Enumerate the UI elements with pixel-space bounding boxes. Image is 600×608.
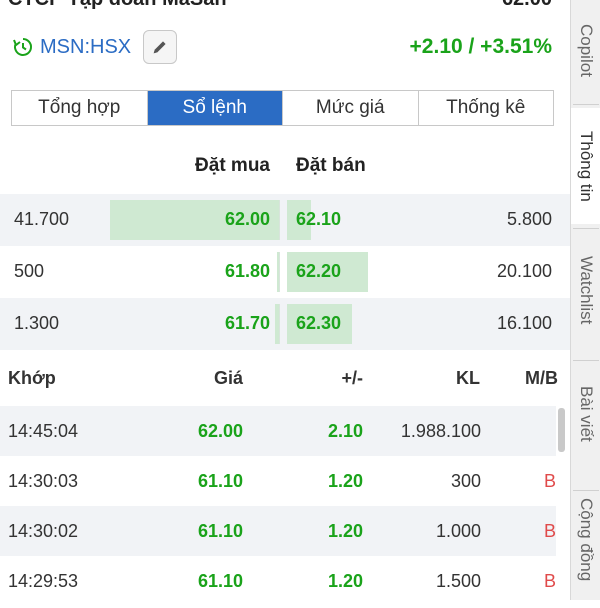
volume-column-header: KL <box>456 368 480 388</box>
side-tab-separator <box>573 490 599 491</box>
stock-title-row: CTCP Tập đoàn MaSan 62.00 <box>8 0 552 14</box>
company-name: CTCP Tập đoàn MaSan <box>8 0 227 14</box>
match-side: B <box>543 471 556 491</box>
side-tab-thong-tin[interactable]: Thông tin <box>571 108 600 224</box>
sell-volume: 5.800 <box>506 209 552 229</box>
match-volume: 1.988.100 <box>400 421 481 441</box>
match-price: 62.00 <box>197 421 243 441</box>
match-side: B <box>543 521 556 541</box>
match-price: 61.10 <box>197 471 243 491</box>
order-book-row: 500 61.80 62.20 20.100 <box>0 246 570 298</box>
symbol-row: MSN:HSX +2.10 / +3.51% <box>12 30 552 64</box>
match-change: 1.20 <box>327 471 363 491</box>
sell-price: 62.20 <box>296 261 342 281</box>
match-history-scrollbar[interactable] <box>558 408 565 452</box>
match-time: 14:30:02 <box>8 521 79 541</box>
last-price: 62.00 <box>502 0 552 14</box>
match-volume: 1.000 <box>435 521 481 541</box>
buy-column-label: Đặt mua <box>195 155 270 176</box>
side-tab-label: Thông tin <box>577 130 596 202</box>
side-column-header: M/B <box>525 368 558 388</box>
side-tab-cong-dong[interactable]: Cộng đồng <box>571 498 600 608</box>
sell-price: 62.30 <box>296 313 342 333</box>
sell-price: 62.10 <box>296 209 342 229</box>
detail-tabs: Tổng hợp Sổ lệnh Mức giá Thống kê <box>11 90 554 126</box>
divider <box>279 304 280 344</box>
match-history-row: 14:45:04 62.00 2.10 1.988.100 <box>0 406 556 456</box>
tab-tong-hop[interactable]: Tổng hợp <box>12 91 148 125</box>
time-column-header: Khớp <box>8 368 56 388</box>
side-tab-copilot[interactable]: Copilot <box>571 0 600 100</box>
match-history-header: Khớp Giá +/- KL M/B <box>0 368 570 396</box>
side-tab-label: Bài viết <box>577 386 596 442</box>
price-change: +2.10 / +3.51% <box>409 35 552 58</box>
tab-thong-ke[interactable]: Thống kê <box>419 91 554 125</box>
divider <box>279 252 280 292</box>
match-change: 1.20 <box>327 571 363 591</box>
match-history-row: 14:30:02 61.10 1.20 1.000 B <box>0 506 556 556</box>
stock-panel: CTCP Tập đoàn MaSan 62.00 MSN:HSX +2.10 … <box>0 0 570 600</box>
side-tab-label: Cộng đồng <box>577 498 596 582</box>
divider <box>279 200 280 240</box>
order-book-row: 1.300 61.70 62.30 16.100 <box>0 298 570 350</box>
order-book-header: Đặt mua Đặt bán <box>0 155 570 183</box>
sell-column-label: Đặt bán <box>296 155 366 176</box>
match-change: 2.10 <box>327 421 363 441</box>
buy-volume: 500 <box>14 261 45 281</box>
match-volume: 300 <box>450 471 481 491</box>
match-time: 14:30:03 <box>8 471 79 491</box>
buy-price: 61.70 <box>224 313 270 333</box>
change-column-header: +/- <box>341 368 363 388</box>
side-tab-separator <box>573 360 599 361</box>
side-tab-bar: Copilot Thông tin Watchlist Bài viết Cộn… <box>570 0 600 600</box>
match-side: B <box>543 571 556 591</box>
stock-symbol[interactable]: MSN:HSX <box>40 36 131 59</box>
side-tab-separator <box>573 228 599 229</box>
side-tab-separator <box>573 104 599 105</box>
buy-volume: 41.700 <box>14 209 70 229</box>
match-history-row: 14:29:53 61.10 1.20 1.500 B <box>0 556 556 600</box>
match-change: 1.20 <box>327 521 363 541</box>
match-volume: 1.500 <box>435 571 481 591</box>
side-tab-bai-viet[interactable]: Bài viết <box>571 364 600 464</box>
order-book-row: 41.700 62.00 62.10 5.800 <box>0 194 570 246</box>
side-tab-label: Watchlist <box>577 255 596 325</box>
sell-volume: 16.100 <box>496 313 552 333</box>
side-tab-label: Copilot <box>577 23 596 77</box>
clock-refresh-icon <box>12 36 34 58</box>
match-price: 61.10 <box>197 571 243 591</box>
match-price: 61.10 <box>197 521 243 541</box>
pencil-icon <box>153 41 166 54</box>
tab-muc-gia[interactable]: Mức giá <box>283 91 419 125</box>
side-tab-watchlist[interactable]: Watchlist <box>571 232 600 348</box>
sell-volume: 20.100 <box>496 261 552 281</box>
buy-price: 62.00 <box>224 209 270 229</box>
match-time: 14:29:53 <box>8 571 79 591</box>
buy-volume: 1.300 <box>14 313 60 333</box>
tab-so-lenh[interactable]: Sổ lệnh <box>147 91 283 125</box>
edit-button[interactable] <box>143 30 178 64</box>
match-time: 14:45:04 <box>8 421 79 441</box>
match-history-row: 14:30:03 61.10 1.20 300 B <box>0 456 556 506</box>
price-column-header: Giá <box>213 368 243 388</box>
buy-price: 61.80 <box>224 261 270 281</box>
